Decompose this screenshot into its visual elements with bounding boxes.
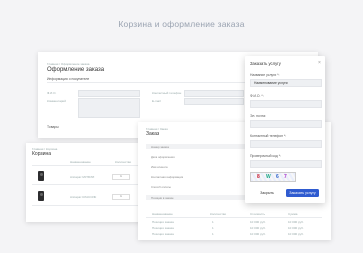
breadcrumb[interactable]: Главная / Оформление заказа bbox=[47, 62, 89, 66]
product-image[interactable] bbox=[38, 191, 44, 201]
divider bbox=[32, 184, 144, 185]
divider bbox=[32, 205, 144, 206]
divider bbox=[47, 82, 247, 83]
table-cell: 10 000 руб. bbox=[250, 220, 266, 224]
captcha-input[interactable] bbox=[250, 160, 322, 168]
name-label: Ф.И.О. *: bbox=[250, 94, 264, 98]
email-input[interactable] bbox=[250, 120, 322, 128]
quantity-stepper[interactable]: 1 bbox=[112, 194, 130, 200]
table-cell: 1 bbox=[212, 226, 214, 230]
table-cell: 10 000 руб. bbox=[250, 226, 266, 230]
table-cell: 1 bbox=[212, 220, 214, 224]
comment-label: Комментарий bbox=[47, 99, 66, 103]
divider bbox=[32, 165, 144, 166]
col-name-header: Наименование bbox=[70, 160, 91, 164]
qty-value[interactable]: 1 bbox=[120, 195, 121, 198]
product-name[interactable]: Аппарат КЛАССИК bbox=[70, 195, 96, 199]
table-header-price: Стоимость bbox=[250, 212, 266, 216]
close-icon[interactable]: × bbox=[318, 60, 321, 66]
contact-field[interactable] bbox=[184, 90, 244, 97]
comment-field[interactable] bbox=[78, 98, 140, 118]
order-row: Контактная информация bbox=[151, 175, 184, 179]
captcha-label: Проверочный код *: bbox=[250, 154, 281, 158]
order-row: Способ оплаты bbox=[151, 185, 171, 189]
section-goods-title: Товары bbox=[47, 125, 59, 129]
cart-title: Корзина bbox=[32, 151, 52, 157]
table-header-qty: Количество bbox=[210, 212, 227, 216]
captcha-image: 8 W 6 7 bbox=[250, 172, 296, 182]
order-row: Номер заказа bbox=[151, 145, 169, 149]
order-service-modal: Заказать услугу × Название услуги *: Наи… bbox=[245, 56, 325, 203]
table-cell: Позиция заказа bbox=[152, 232, 174, 236]
section-buyer-title: Информация о покупателе bbox=[47, 77, 90, 81]
table-cell: Позиция заказа bbox=[152, 226, 174, 230]
product-name[interactable]: Аппарат МУЛЬТИ bbox=[70, 175, 94, 179]
table-cell: 10 000 руб. bbox=[288, 220, 304, 224]
name-label: Ф.И.О. bbox=[47, 91, 57, 95]
product-image[interactable] bbox=[38, 171, 44, 181]
service-input[interactable]: Наименование услуги bbox=[250, 79, 322, 87]
section-title: Позиции в заказе bbox=[151, 196, 174, 200]
phone-input[interactable] bbox=[250, 140, 322, 148]
table-cell: 10 000 руб. bbox=[250, 232, 266, 236]
qty-value[interactable]: 1 bbox=[120, 175, 121, 178]
submit-button[interactable]: Заказать услугу bbox=[286, 189, 319, 197]
table-header-name: Наименование bbox=[152, 212, 173, 216]
service-value: Наименование услуги bbox=[254, 81, 288, 85]
page-header: Корзина и оформление заказа bbox=[118, 19, 245, 29]
email-field[interactable] bbox=[184, 98, 244, 105]
name-field[interactable] bbox=[78, 90, 140, 97]
close-button[interactable]: Закрыть bbox=[253, 189, 281, 197]
contact-label: Контактный телефон bbox=[152, 91, 182, 95]
email-label: E-mail bbox=[152, 99, 161, 103]
order-title: Заказ bbox=[146, 131, 160, 137]
modal-title: Заказать услугу bbox=[250, 61, 281, 66]
table-cell: 10 000 руб. bbox=[288, 232, 304, 236]
name-input[interactable] bbox=[250, 100, 322, 108]
divider bbox=[146, 217, 322, 218]
quantity-stepper[interactable]: 1 bbox=[112, 174, 130, 180]
table-cell: 1 bbox=[212, 232, 214, 236]
order-row: Имя клиента bbox=[151, 165, 168, 169]
table-header-sum: Сумма bbox=[288, 212, 298, 216]
cart-window: Главная / Корзина Корзина Наименование К… bbox=[26, 143, 150, 222]
col-qty-header: Количество bbox=[115, 160, 132, 164]
phone-label: Контактный телефон *: bbox=[250, 134, 287, 138]
table-cell: Позиция заказа bbox=[152, 220, 174, 224]
service-label: Название услуги *: bbox=[250, 73, 280, 77]
table-cell: 10 000 руб. bbox=[288, 226, 304, 230]
page-title: Оформление заказа bbox=[47, 67, 105, 73]
email-label: Эл. почта: bbox=[250, 114, 266, 118]
order-row: Дата оформления bbox=[151, 155, 175, 159]
